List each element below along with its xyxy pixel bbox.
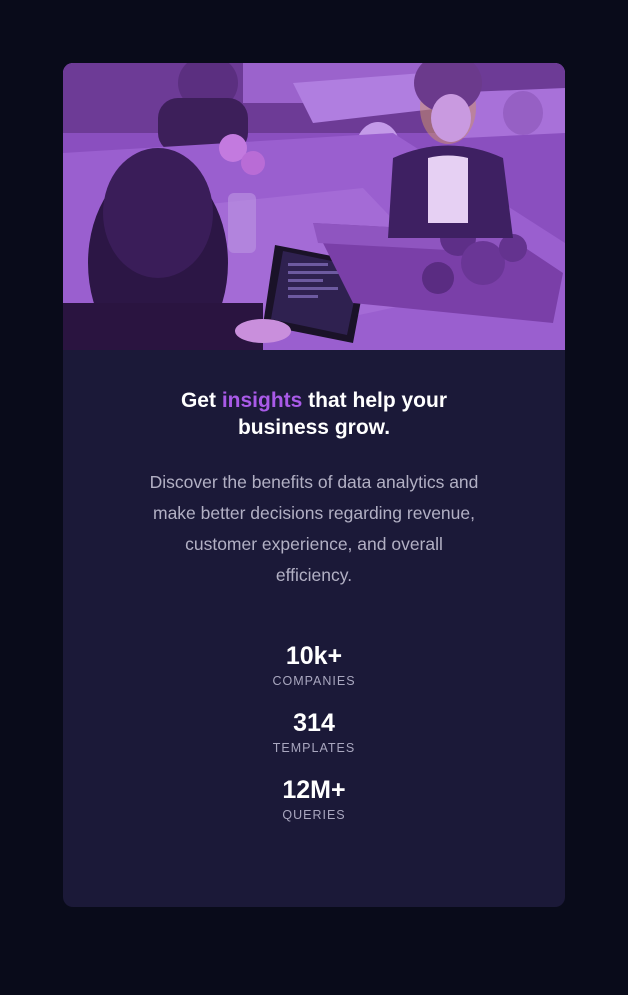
office-workers-photo (63, 63, 565, 350)
stat-queries: 12M+ QUERIES (103, 775, 525, 823)
hero-image (63, 63, 565, 350)
description: Discover the benefits of data analytics … (149, 472, 479, 585)
headline-accent: insights (221, 389, 303, 412)
stat-value: 10k+ (285, 642, 343, 670)
stat-value: 314 (293, 709, 335, 737)
stats-list: 10k+ COMPANIES 314 TEMPLATES 12M+ QUERIE… (103, 641, 525, 823)
headline: Get insights that help your business gro… (164, 387, 464, 441)
stat-label: QUERIES (282, 808, 346, 822)
stat-label: TEMPLATES (272, 741, 356, 755)
stat-value: 12M+ (282, 776, 346, 804)
stat-companies: 10k+ COMPANIES (103, 641, 525, 689)
headline-text-start: Get (180, 389, 222, 412)
stat-label: COMPANIES (272, 674, 356, 688)
stats-preview-card: Get insights that help your business gro… (63, 63, 565, 907)
stat-templates: 314 TEMPLATES (103, 708, 525, 756)
card-content: Get insights that help your business gro… (63, 387, 565, 823)
